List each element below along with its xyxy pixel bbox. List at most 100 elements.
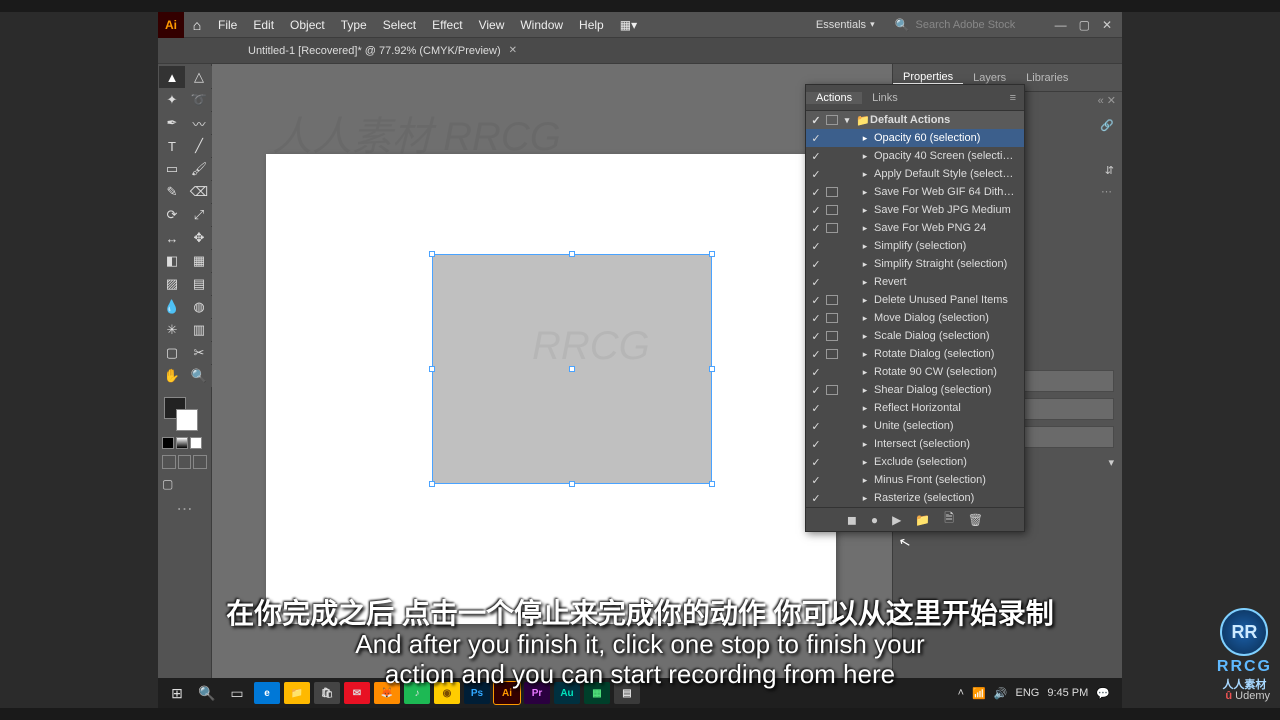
tool-line[interactable]: ╱ [186, 135, 212, 157]
tool-width[interactable]: ↔ [159, 227, 185, 249]
handle-bottom-left[interactable] [429, 481, 435, 487]
edit-toolbar[interactable]: ⋯ [158, 495, 211, 519]
tab-layers[interactable]: Layers [963, 72, 1016, 84]
tool-pen[interactable]: ✒ [159, 112, 185, 134]
tool-column-graph[interactable]: ▥ [186, 319, 212, 341]
draw-behind[interactable] [178, 455, 192, 469]
chevron-down-icon[interactable]: ▾ [1108, 456, 1114, 469]
tool-eyedropper[interactable]: 💧 [159, 296, 185, 318]
tool-curvature[interactable]: 〰 [186, 112, 212, 134]
action-item[interactable]: ✓▸Reflect Horizontal [806, 399, 1024, 417]
handle-mid-left[interactable] [429, 366, 435, 372]
action-item[interactable]: ✓▸Apply Default Style (select… [806, 165, 1024, 183]
tool-selection[interactable]: ▲ [159, 66, 185, 88]
tool-symbol-sprayer[interactable]: ✳ [159, 319, 185, 341]
workspace-switcher[interactable]: Essentials ▾ [806, 19, 885, 31]
tool-perspective[interactable]: ▦ [186, 250, 212, 272]
action-item[interactable]: ✓▸Opacity 60 (selection) [806, 129, 1024, 147]
tool-hand[interactable]: ✋ [159, 365, 185, 387]
tool-direct-selection[interactable]: △ [186, 66, 212, 88]
color-swatch[interactable] [162, 437, 174, 449]
home-icon[interactable]: ⌂ [184, 12, 210, 38]
new-set-button[interactable]: 📁 [915, 513, 930, 527]
actions-panel[interactable]: Actions Links ≡ ✓▾📁Default Actions✓▸Opac… [805, 84, 1025, 532]
tool-mesh[interactable]: ▨ [159, 273, 185, 295]
tool-rectangle[interactable]: ▭ [159, 158, 185, 180]
close-tab-icon[interactable]: ✕ [509, 45, 517, 56]
action-item[interactable]: ✓▸Simplify (selection) [806, 237, 1024, 255]
tool-shaper[interactable]: ✎ [159, 181, 185, 203]
handle-mid-right[interactable] [709, 366, 715, 372]
tool-artboard[interactable]: ▢ [159, 342, 185, 364]
tool-shape-builder[interactable]: ◧ [159, 250, 185, 272]
menu-help[interactable]: Help [571, 18, 612, 32]
menu-edit[interactable]: Edit [245, 18, 282, 32]
gradient-swatch[interactable] [176, 437, 188, 449]
tab-libraries[interactable]: Libraries [1016, 72, 1078, 84]
tab-actions[interactable]: Actions [806, 92, 862, 104]
handle-bottom-right[interactable] [709, 481, 715, 487]
tool-lasso[interactable]: ➰ [186, 89, 212, 111]
delete-button[interactable]: 🗑 [968, 513, 983, 527]
play-button[interactable]: ▶ [892, 513, 901, 527]
panel-menu-icon[interactable]: ≡ [1002, 92, 1024, 104]
tab-properties[interactable]: Properties [893, 71, 963, 85]
action-item[interactable]: ✓▸Save For Web GIF 64 Dith… [806, 183, 1024, 201]
action-item[interactable]: ✓▸Delete Unused Panel Items [806, 291, 1024, 309]
tool-gradient[interactable]: ▤ [186, 273, 212, 295]
action-item[interactable]: ✓▸Opacity 40 Screen (selecti… [806, 147, 1024, 165]
actions-list[interactable]: ✓▾📁Default Actions✓▸Opacity 60 (selectio… [806, 111, 1024, 507]
menu-type[interactable]: Type [333, 18, 375, 32]
action-item[interactable]: ✓▸Move Dialog (selection) [806, 309, 1024, 327]
action-item[interactable]: ✓▸Save For Web PNG 24 [806, 219, 1024, 237]
new-action-button[interactable]: 🗎 [944, 509, 954, 530]
link-wh-icon[interactable]: 🔗 [1100, 119, 1114, 132]
tool-magic-wand[interactable]: ✦ [159, 89, 185, 111]
action-item[interactable]: ✓▸Rotate 90 CW (selection) [806, 363, 1024, 381]
menu-file[interactable]: File [210, 18, 245, 32]
action-item[interactable]: ✓▸Rotate Dialog (selection) [806, 345, 1024, 363]
record-button[interactable]: ● [871, 513, 878, 527]
action-item[interactable]: ✓▸Simplify Straight (selection) [806, 255, 1024, 273]
minimize-button[interactable]: — [1055, 18, 1067, 32]
action-item[interactable]: ✓▸Shear Dialog (selection) [806, 381, 1024, 399]
tool-zoom[interactable]: 🔍 [186, 365, 212, 387]
menu-effect[interactable]: Effect [424, 18, 470, 32]
document-tab[interactable]: Untitled-1 [Recovered]* @ 77.92% (CMYK/P… [238, 45, 527, 57]
draw-inside[interactable] [193, 455, 207, 469]
action-item[interactable]: ✓▸Unite (selection) [806, 417, 1024, 435]
action-item[interactable]: ✓▸Minus Front (selection) [806, 471, 1024, 489]
close-button[interactable]: ✕ [1102, 18, 1112, 32]
none-swatch[interactable] [190, 437, 202, 449]
fill-stroke-control[interactable] [158, 395, 211, 435]
draw-normal[interactable] [162, 455, 176, 469]
arrange-documents-icon[interactable]: ▦▾ [612, 18, 645, 32]
handle-bottom-center[interactable] [569, 481, 575, 487]
stroke-swatch[interactable] [176, 409, 198, 431]
tab-links[interactable]: Links [862, 92, 908, 104]
handle-top-left[interactable] [429, 251, 435, 257]
action-item[interactable]: ✓▸Scale Dialog (selection) [806, 327, 1024, 345]
search-stock[interactable]: 🔍 Search Adobe Stock [885, 18, 1045, 32]
tool-paintbrush[interactable]: 🖌 [186, 158, 212, 180]
stop-button[interactable]: ◼ [847, 513, 857, 527]
action-item[interactable]: ✓▸Rasterize (selection) [806, 489, 1024, 507]
tool-rotate[interactable]: ⟳ [159, 204, 185, 226]
selected-rectangle[interactable] [432, 254, 712, 484]
action-item[interactable]: ✓▸Revert [806, 273, 1024, 291]
menu-window[interactable]: Window [512, 18, 571, 32]
action-item[interactable]: ✓▸Intersect (selection) [806, 435, 1024, 453]
tool-scale[interactable]: ⤢ [186, 204, 212, 226]
screen-mode-button[interactable]: ▢ [158, 473, 211, 495]
tool-eraser[interactable]: ⌫ [186, 181, 212, 203]
menu-select[interactable]: Select [375, 18, 424, 32]
maximize-button[interactable]: ▢ [1079, 18, 1090, 32]
handle-top-center[interactable] [569, 251, 575, 257]
action-set-header[interactable]: ✓▾📁Default Actions [806, 111, 1024, 129]
handle-center[interactable] [569, 366, 575, 372]
panel-collapse-icon[interactable]: « ✕ [1092, 92, 1122, 109]
action-item[interactable]: ✓▸Exclude (selection) [806, 453, 1024, 471]
menu-object[interactable]: Object [282, 18, 333, 32]
flip-v-icon[interactable]: ⇵ [1105, 164, 1114, 177]
tool-type[interactable]: T [159, 135, 185, 157]
